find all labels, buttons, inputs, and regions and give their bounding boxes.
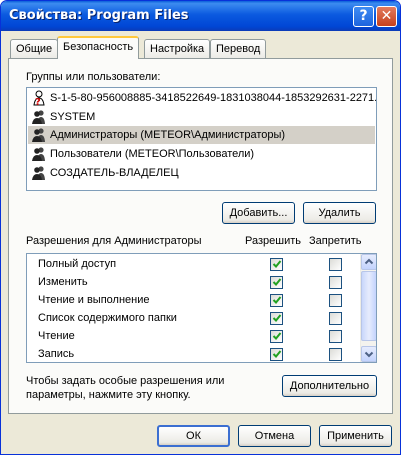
arrow-down-icon: [364, 351, 374, 358]
add-button[interactable]: Добавить...: [222, 202, 295, 224]
list-item[interactable]: Администраторы (METEOR\Администраторы): [28, 126, 375, 144]
users-list[interactable]: ? S-1-5-80-956008885-3418522649-18310380…: [26, 87, 377, 191]
scroll-up-button[interactable]: [361, 254, 376, 270]
deny-checkbox[interactable]: [329, 348, 342, 361]
permission-name: Изменить: [38, 276, 88, 288]
scroll-thumb[interactable]: [361, 271, 376, 341]
remove-button[interactable]: Удалить: [303, 202, 376, 224]
table-row: Изменить: [27, 274, 359, 292]
user-label: Администраторы (METEOR\Администраторы): [50, 129, 286, 141]
users-list-label: Группы или пользователи:: [26, 71, 161, 83]
user-group-icon: [32, 147, 45, 161]
user-label: SYSTEM: [50, 111, 96, 123]
user-group-icon: [32, 128, 45, 142]
list-item[interactable]: ? S-1-5-80-956008885-3418522649-18310380…: [28, 89, 377, 107]
deny-checkbox[interactable]: [329, 330, 342, 343]
close-button[interactable]: ✕: [376, 6, 397, 27]
user-label: S-1-5-80-956008885-3418522649-1831038044…: [50, 92, 377, 104]
deny-checkbox[interactable]: [329, 258, 342, 271]
advanced-hint-line2: параметры, нажмите эту кнопку.: [26, 389, 191, 401]
table-row: Чтение: [27, 328, 359, 346]
deny-checkbox[interactable]: [329, 276, 342, 289]
permission-name: Полный доступ: [38, 258, 117, 270]
permission-name: Запись: [38, 348, 75, 360]
tab-translate[interactable]: Перевод: [210, 39, 267, 58]
check-icon: [272, 260, 282, 268]
advanced-button[interactable]: Дополнительно: [282, 375, 377, 397]
deny-column-header: Запретить: [309, 235, 362, 247]
advanced-hint-line1: Чтобы задать особые разрешения или: [26, 375, 225, 387]
svg-text:?: ?: [35, 97, 41, 106]
permission-name: Чтение: [38, 330, 75, 342]
window-title: Свойства: Program Files: [9, 8, 189, 23]
allow-checkbox[interactable]: [270, 312, 283, 325]
allow-column-header: Разрешить: [245, 235, 301, 247]
arrow-up-icon: [364, 258, 374, 265]
apply-button[interactable]: Применить: [319, 425, 392, 447]
deny-checkbox[interactable]: [329, 312, 342, 325]
properties-window: Свойства: Program Files ? ✕ Общие Безопа…: [0, 0, 401, 455]
check-icon: [272, 350, 282, 358]
permission-name: Чтение и выполнение: [38, 294, 150, 306]
user-label: Пользователи (METEOR\Пользователи): [50, 148, 255, 160]
help-button[interactable]: ?: [353, 6, 374, 27]
user-label: СОЗДАТЕЛЬ-ВЛАДЕЛЕЦ: [50, 167, 179, 179]
check-icon: [272, 296, 282, 304]
permissions-scrollbar[interactable]: [360, 254, 376, 362]
allow-checkbox[interactable]: [270, 276, 283, 289]
cancel-button[interactable]: Отмена: [238, 425, 311, 447]
permission-name: Список содержимого папки: [38, 312, 177, 324]
title-bar[interactable]: Свойства: Program Files ? ✕: [1, 1, 400, 31]
check-icon: [272, 278, 282, 286]
scroll-down-button[interactable]: [361, 346, 376, 362]
table-row: Запись: [27, 346, 359, 362]
allow-checkbox[interactable]: [270, 348, 283, 361]
table-row: Полный доступ: [27, 256, 359, 274]
tab-general[interactable]: Общие: [10, 39, 59, 58]
permissions-list[interactable]: Полный доступ Изменить Чтение и выполнен…: [26, 253, 377, 363]
permissions-label: Разрешения для Администраторы: [26, 235, 202, 247]
check-icon: [272, 332, 282, 340]
allow-checkbox[interactable]: [270, 294, 283, 307]
list-item[interactable]: Пользователи (METEOR\Пользователи): [28, 145, 375, 163]
user-group-icon: [32, 166, 45, 180]
user-group-icon: [32, 110, 45, 124]
allow-checkbox[interactable]: [270, 258, 283, 271]
ok-button[interactable]: ОК: [157, 425, 230, 447]
tab-security[interactable]: Безопасность: [57, 36, 140, 59]
table-row: Список содержимого папки: [27, 310, 359, 328]
allow-checkbox[interactable]: [270, 330, 283, 343]
table-row: Чтение и выполнение: [27, 292, 359, 310]
unknown-sid-icon: ?: [33, 90, 45, 106]
list-item[interactable]: SYSTEM: [28, 108, 375, 126]
check-icon: [272, 314, 282, 322]
list-item[interactable]: СОЗДАТЕЛЬ-ВЛАДЕЛЕЦ: [28, 164, 375, 182]
deny-checkbox[interactable]: [329, 294, 342, 307]
tab-customize[interactable]: Настройка: [144, 39, 211, 58]
